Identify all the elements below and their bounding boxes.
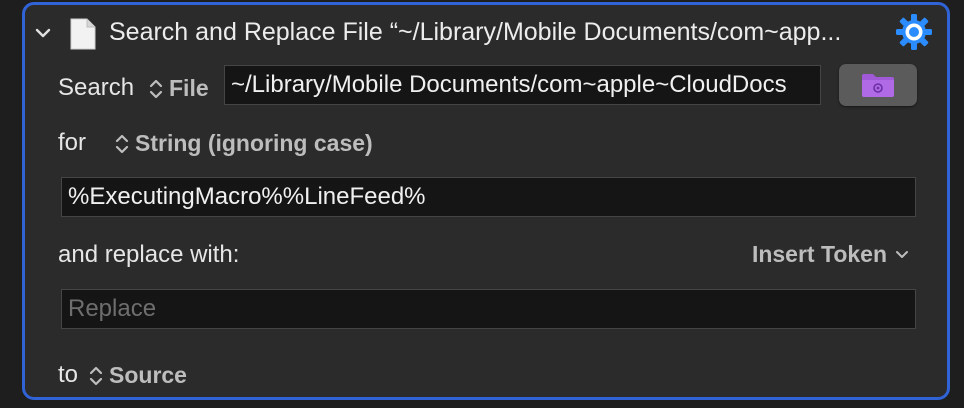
up-down-chevron-icon bbox=[149, 79, 163, 98]
destination-popup[interactable]: Source bbox=[89, 362, 187, 389]
file-path-input[interactable]: ~/Library/Mobile Documents/com~apple~Clo… bbox=[224, 65, 821, 105]
choose-file-button[interactable] bbox=[839, 64, 917, 106]
replace-with-label: and replace with: bbox=[58, 241, 240, 268]
insert-token-label: Insert Token bbox=[751, 241, 887, 267]
document-icon bbox=[70, 18, 96, 50]
up-down-chevron-icon bbox=[115, 134, 129, 153]
chevron-down-icon[interactable] bbox=[33, 23, 53, 43]
match-type-value: String (ignoring case) bbox=[135, 130, 373, 156]
insert-token-menu[interactable]: Insert Token bbox=[752, 241, 909, 268]
destination-value: Source bbox=[109, 362, 187, 388]
action-header: Search and Replace File “~/Library/Mobil… bbox=[25, 5, 947, 61]
search-source-popup[interactable]: File bbox=[149, 75, 209, 102]
folder-gear-icon bbox=[862, 74, 894, 97]
chevron-down-icon bbox=[896, 250, 908, 258]
match-type-popup[interactable]: String (ignoring case) bbox=[115, 130, 373, 157]
up-down-chevron-icon bbox=[89, 366, 103, 385]
search-text-input[interactable]: %ExecutingMacro%%LineFeed% bbox=[61, 177, 916, 217]
replace-placeholder: Replace bbox=[68, 295, 157, 322]
action-title: Search and Replace File “~/Library/Mobil… bbox=[109, 18, 842, 46]
replace-text-input[interactable]: Replace bbox=[61, 289, 916, 329]
for-label: for bbox=[58, 129, 87, 156]
action-panel: Search and Replace File “~/Library/Mobil… bbox=[22, 2, 950, 400]
search-label: Search bbox=[58, 74, 135, 101]
gear-icon[interactable] bbox=[895, 13, 933, 51]
to-label: to bbox=[58, 361, 79, 388]
search-source-value: File bbox=[169, 75, 209, 101]
